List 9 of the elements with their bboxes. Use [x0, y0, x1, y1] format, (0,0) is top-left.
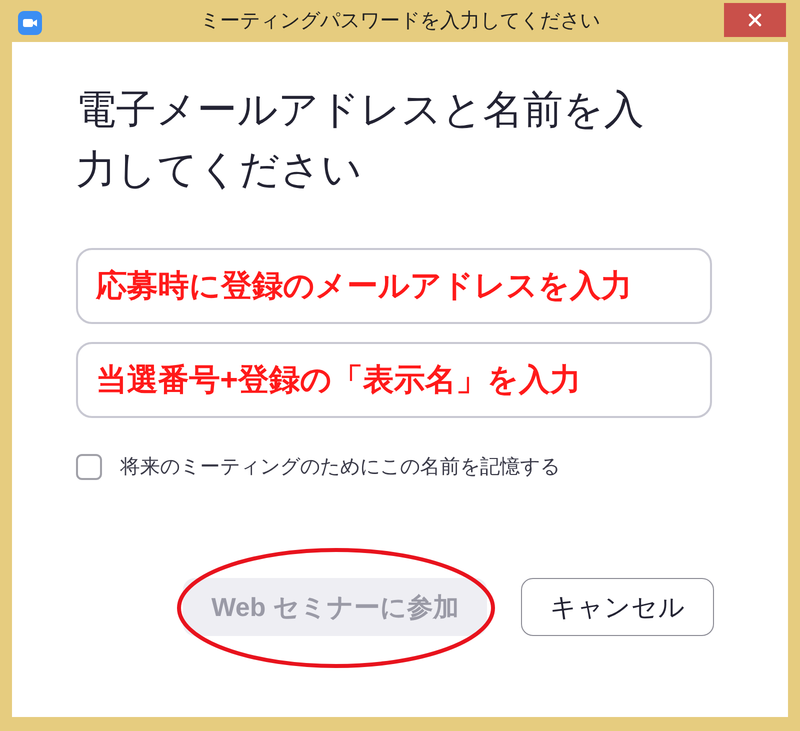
input-field[interactable]: 当選番号+登録の「表示名」を入力 — [76, 342, 712, 418]
cancel-button[interactable]: キャンセル — [521, 578, 714, 636]
checkbox-label: 将来のミーティングのためにこの名前を記憶する — [120, 455, 560, 480]
dialog-heading: 電子メールアドレスと名前を入力してください — [76, 87, 645, 194]
window-title: ミーティングパスワードを入力してください — [200, 9, 600, 34]
remember-checkbox[interactable] — [76, 454, 102, 480]
close-button[interactable] — [724, 3, 786, 37]
video-camera-icon — [18, 11, 42, 35]
input-field[interactable]: 応募時に登録のメールアドレスを入力 — [76, 248, 712, 324]
